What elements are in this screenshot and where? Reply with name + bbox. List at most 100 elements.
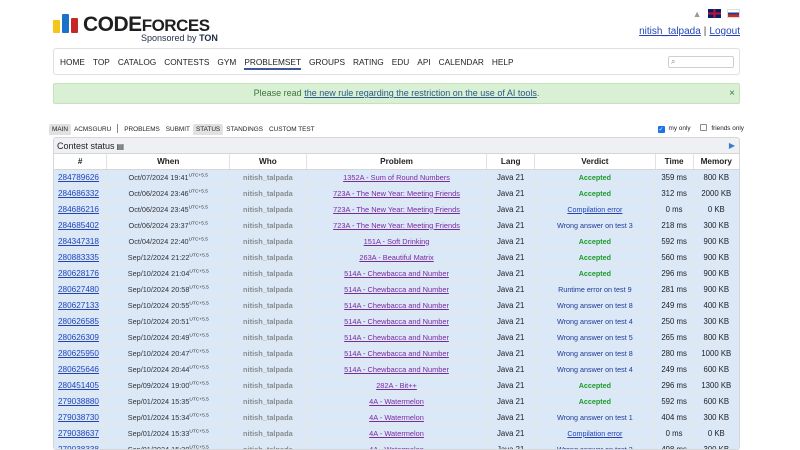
problem-link[interactable]: 4A - Watermelon bbox=[369, 397, 424, 406]
submission-id-link[interactable]: 280625646 bbox=[58, 365, 99, 374]
notification-icon[interactable]: ▲ bbox=[692, 9, 702, 19]
problem-link[interactable]: 151A - Soft Drinking bbox=[364, 237, 430, 246]
submission-author[interactable]: nitish_talpada bbox=[229, 392, 307, 409]
table-row: 280628176 Sep/10/2024 21:04UTC+5.5 nitish_… bbox=[54, 264, 739, 281]
nav-item-edu[interactable]: EDU bbox=[392, 57, 410, 67]
submission-id-link[interactable]: 279038338 bbox=[58, 445, 99, 449]
submission-lang: Java 21 bbox=[486, 360, 536, 377]
arrow-right-icon[interactable]: ▶ bbox=[729, 138, 735, 154]
nav-item-top[interactable]: TOP bbox=[93, 57, 110, 67]
submission-author[interactable]: nitish_talpada bbox=[229, 424, 307, 441]
tab-custom-test[interactable]: CUSTOM TEST bbox=[266, 124, 318, 135]
nav-item-gym[interactable]: GYM bbox=[217, 57, 236, 67]
nav-item-contests[interactable]: CONTESTS bbox=[164, 57, 209, 67]
problem-link[interactable]: 514A - Chewbacca and Number bbox=[344, 285, 449, 294]
submission-author[interactable]: nitish_talpada bbox=[229, 328, 307, 345]
submission-memory: 0 KB bbox=[693, 424, 739, 441]
nav-item-problemset[interactable]: PROBLEMSET bbox=[244, 57, 302, 70]
ai-rule-link[interactable]: the new rule regarding the restriction o… bbox=[304, 88, 537, 98]
verdict-label[interactable]: Compilation error bbox=[567, 429, 622, 438]
nav-item-help[interactable]: HELP bbox=[492, 57, 514, 67]
verdict-label[interactable]: Compilation error bbox=[567, 205, 622, 214]
nav-item-api[interactable]: API bbox=[417, 57, 430, 67]
problem-link[interactable]: 4A - Watermelon bbox=[369, 413, 424, 422]
tab-acmsguru[interactable]: ACMSGURU bbox=[71, 124, 114, 135]
problem-link[interactable]: 514A - Chewbacca and Number bbox=[344, 317, 449, 326]
submission-id-link[interactable]: 279038730 bbox=[58, 413, 99, 422]
problem-link[interactable]: 4A - Watermelon bbox=[369, 429, 424, 438]
nav-item-home[interactable]: HOME bbox=[60, 57, 85, 67]
submission-id-link[interactable]: 279038880 bbox=[58, 397, 99, 406]
submission-id-link[interactable]: 284347318 bbox=[58, 237, 99, 246]
user-handle-link[interactable]: nitish_talpada bbox=[639, 26, 701, 37]
submission-id-link[interactable]: 280883335 bbox=[58, 253, 99, 262]
close-icon[interactable]: × bbox=[729, 84, 735, 103]
logout-link[interactable]: Logout bbox=[709, 26, 740, 37]
my-only-checkbox[interactable]: ✓ my only bbox=[657, 125, 691, 133]
submission-author[interactable]: nitish_talpada bbox=[229, 232, 307, 249]
tab-submit[interactable]: SUBMIT bbox=[163, 124, 193, 135]
column-header-verdict: Verdict bbox=[534, 154, 656, 170]
submission-author[interactable]: nitish_talpada bbox=[229, 280, 307, 297]
english-flag-icon[interactable] bbox=[707, 9, 721, 18]
submission-author[interactable]: nitish_talpada bbox=[229, 168, 307, 185]
problem-link[interactable]: 4A - Watermelon bbox=[369, 445, 424, 449]
submission-id-link[interactable]: 284686216 bbox=[58, 205, 99, 214]
problem-link[interactable]: 514A - Chewbacca and Number bbox=[344, 349, 449, 358]
submission-id-link[interactable]: 284789626 bbox=[58, 173, 99, 182]
submission-id-link[interactable]: 280627480 bbox=[58, 285, 99, 294]
submission-id-link[interactable]: 280451405 bbox=[58, 381, 99, 390]
submission-time-used: 249 ms bbox=[655, 296, 694, 313]
submission-author[interactable]: nitish_talpada bbox=[229, 360, 307, 377]
problem-link[interactable]: 1352A - Sum of Round Numbers bbox=[343, 173, 450, 182]
submission-author[interactable]: nitish_talpada bbox=[229, 248, 307, 265]
submission-memory: 300 KB bbox=[693, 216, 739, 233]
submission-author[interactable]: nitish_talpada bbox=[229, 408, 307, 425]
submission-author[interactable]: nitish_talpada bbox=[229, 184, 307, 201]
tab-main[interactable]: MAIN bbox=[49, 124, 71, 135]
codeforces-logo[interactable]: CODEFORCES Sponsored by TON bbox=[53, 13, 223, 45]
submission-id-link[interactable]: 280626309 bbox=[58, 333, 99, 342]
verdict-label: Accepted bbox=[578, 380, 612, 390]
submission-lang: Java 21 bbox=[486, 344, 536, 361]
submission-lang: Java 21 bbox=[486, 408, 536, 425]
nav-item-rating[interactable]: RATING bbox=[353, 57, 384, 67]
problem-link[interactable]: 514A - Chewbacca and Number bbox=[344, 301, 449, 310]
submission-author[interactable]: nitish_talpada bbox=[229, 376, 307, 393]
nav-item-groups[interactable]: GROUPS bbox=[309, 57, 345, 67]
submission-id-link[interactable]: 284686332 bbox=[58, 189, 99, 198]
submission-author[interactable]: nitish_talpada bbox=[229, 344, 307, 361]
tab-problems[interactable]: PROBLEMS bbox=[121, 124, 163, 135]
problem-link[interactable]: 282A - Bit++ bbox=[376, 381, 417, 390]
problem-link[interactable]: 263A - Beautiful Matrix bbox=[359, 253, 433, 262]
problem-link[interactable]: 723A - The New Year: Meeting Friends bbox=[333, 221, 460, 230]
submission-time: Sep/12/2024 21:22UTC+5.5 bbox=[106, 248, 231, 265]
submission-time: Sep/10/2024 21:04UTC+5.5 bbox=[106, 264, 231, 281]
submission-author[interactable]: nitish_talpada bbox=[229, 296, 307, 313]
friends-only-checkbox[interactable]: friends only bbox=[700, 124, 744, 132]
nav-item-catalog[interactable]: CATALOG bbox=[118, 57, 156, 67]
problem-link[interactable]: 514A - Chewbacca and Number bbox=[344, 269, 449, 278]
submission-id-link[interactable]: 280625950 bbox=[58, 349, 99, 358]
submission-author[interactable]: nitish_talpada bbox=[229, 440, 307, 449]
problem-link[interactable]: 723A - The New Year: Meeting Friends bbox=[333, 205, 460, 214]
tab-status[interactable]: STATUS bbox=[192, 124, 224, 135]
problem-link[interactable]: 514A - Chewbacca and Number bbox=[344, 333, 449, 342]
problem-link[interactable]: 723A - The New Year: Meeting Friends bbox=[333, 189, 460, 198]
submission-id-link[interactable]: 279038637 bbox=[58, 429, 99, 438]
problem-link[interactable]: 514A - Chewbacca and Number bbox=[344, 365, 449, 374]
submission-author[interactable]: nitish_talpada bbox=[229, 264, 307, 281]
submission-author[interactable]: nitish_talpada bbox=[229, 200, 307, 217]
submission-id-link[interactable]: 280626585 bbox=[58, 317, 99, 326]
search-input[interactable]: ⌕ bbox=[668, 56, 734, 68]
submission-id-link[interactable]: 280627133 bbox=[58, 301, 99, 310]
tab-standings[interactable]: STANDINGS bbox=[223, 124, 266, 135]
submission-id-link[interactable]: 280628176 bbox=[58, 269, 99, 278]
nav-item-calendar[interactable]: CALENDAR bbox=[439, 57, 484, 67]
submission-id-link[interactable]: 284685402 bbox=[58, 221, 99, 230]
table-row: 284686216 Oct/06/2024 23:45UTC+5.5 nitish_… bbox=[54, 200, 739, 217]
submission-author[interactable]: nitish_talpada bbox=[229, 216, 307, 233]
russian-flag-icon[interactable] bbox=[727, 9, 740, 18]
submission-time: Sep/10/2024 20:51UTC+5.5 bbox=[106, 312, 231, 329]
submission-author[interactable]: nitish_talpada bbox=[229, 312, 307, 329]
